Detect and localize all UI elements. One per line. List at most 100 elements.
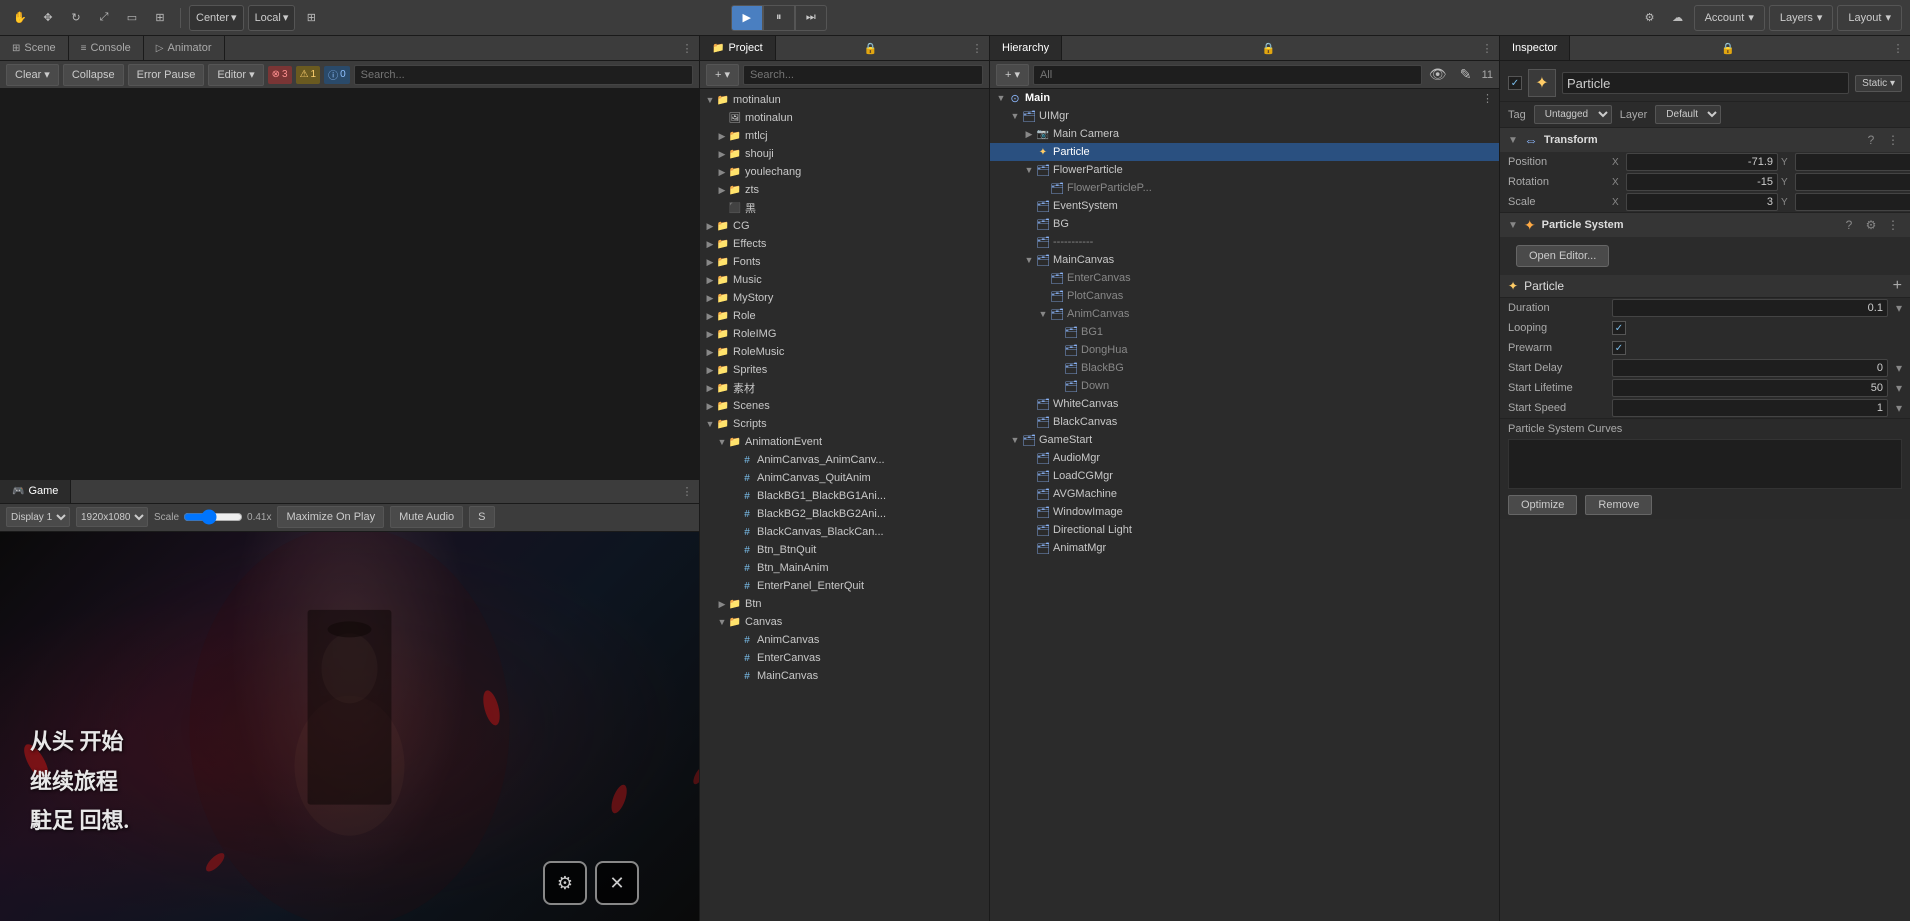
static-button[interactable]: Static ▾	[1855, 75, 1902, 92]
tag-select[interactable]: Untagged	[1534, 105, 1612, 124]
list-item[interactable]: ⬛ 黑	[700, 199, 989, 217]
list-item[interactable]: ▶ 📁 Music	[700, 271, 989, 289]
tab-console[interactable]: ≡ Console	[69, 36, 144, 60]
list-item[interactable]: ▶ 📁 mtlcj	[700, 127, 989, 145]
hierarchy-item-avgmachine[interactable]: 🗂 AVGMachine	[990, 485, 1499, 503]
transform-menu-icon[interactable]: ⋮	[1884, 131, 1902, 149]
hierarchy-more[interactable]: ⋮	[1475, 36, 1499, 60]
info-icon[interactable]: ?	[1840, 216, 1858, 234]
play-button[interactable]: ▶	[731, 5, 763, 31]
list-item[interactable]: ▶ 📁 Btn	[700, 595, 989, 613]
hierarchy-item-entercanvas[interactable]: 🗂 EnterCanvas	[990, 269, 1499, 287]
hierarchy-item-flowerparticlep[interactable]: 🗂 FlowerParticleP...	[990, 179, 1499, 197]
hierarchy-item-eventsystem[interactable]: 🗂 EventSystem	[990, 197, 1499, 215]
inspector-more[interactable]: ⋮	[1886, 36, 1910, 60]
transform-section-header[interactable]: ▼ ⇔ Transform ? ⋮	[1500, 128, 1910, 152]
hierarchy-search[interactable]	[1033, 65, 1422, 85]
hierarchy-item-bg1[interactable]: 🗂 BG1	[990, 323, 1499, 341]
rotation-x-input[interactable]	[1626, 173, 1778, 191]
list-item[interactable]: ▶ 📁 Role	[700, 307, 989, 325]
hierarchy-item-flowerparticle[interactable]: ▼ 🗂 FlowerParticle	[990, 161, 1499, 179]
list-item[interactable]: # EnterCanvas	[700, 649, 989, 667]
prewarm-checkbox[interactable]	[1612, 341, 1626, 355]
hierarchy-item-plotcanvas[interactable]: 🗂 PlotCanvas	[990, 287, 1499, 305]
list-item[interactable]: ▼ 📁 AnimationEvent	[700, 433, 989, 451]
local-btn[interactable]: Local ▾	[248, 5, 296, 31]
account-button[interactable]: Account ▾	[1694, 5, 1765, 31]
hierarchy-item-down[interactable]: 🗂 Down	[990, 377, 1499, 395]
hierarchy-item-blackbg[interactable]: 🗂 BlackBG	[990, 359, 1499, 377]
center-btn[interactable]: Center ▾	[189, 5, 244, 31]
project-tabs-lock[interactable]: 🔒	[858, 36, 882, 60]
start-delay-input[interactable]	[1612, 359, 1888, 377]
list-item[interactable]: ▶ 📁 Sprites	[700, 361, 989, 379]
ps-menu-icon[interactable]: ⋮	[1884, 216, 1902, 234]
layers-button[interactable]: Layers ▾	[1769, 5, 1834, 31]
list-item[interactable]: # MainCanvas	[700, 667, 989, 685]
inspector-lock[interactable]: 🔒	[1716, 36, 1740, 60]
list-item[interactable]: ▶ 📁 素材	[700, 379, 989, 397]
tab-inspector[interactable]: Inspector	[1500, 36, 1570, 60]
hierarchy-icon-1[interactable]: 👁	[1426, 63, 1450, 87]
object-active-checkbox[interactable]	[1508, 76, 1522, 90]
hierarchy-add-btn[interactable]: + ▾	[996, 64, 1029, 86]
scale-tool[interactable]: ⤢	[92, 6, 116, 30]
hierarchy-item-blackcanvas[interactable]: 🗂 BlackCanvas	[990, 413, 1499, 431]
mute-audio-btn[interactable]: Mute Audio	[390, 506, 463, 528]
layer-select[interactable]: Default	[1655, 105, 1721, 124]
hierarchy-item-directionallight[interactable]: 🗂 Directional Light	[990, 521, 1499, 539]
pause-button[interactable]: ⏸	[763, 5, 795, 31]
stats-btn[interactable]: S	[469, 506, 494, 528]
start-speed-dropdown[interactable]: ▾	[1896, 401, 1902, 415]
info-icon[interactable]: ?	[1862, 131, 1880, 149]
scale-x-input[interactable]	[1626, 193, 1778, 211]
hierarchy-item-main[interactable]: ▼ ⊙ Main ⋮	[990, 89, 1499, 107]
ps-add-icon[interactable]: +	[1893, 277, 1902, 295]
duration-dropdown[interactable]: ▾	[1896, 301, 1902, 315]
project-search[interactable]	[743, 65, 983, 85]
rect-tool[interactable]: ▭	[120, 6, 144, 30]
list-item[interactable]: ▼ 📁 motinalun	[700, 91, 989, 109]
console-search[interactable]	[354, 65, 693, 85]
list-item[interactable]: ▶ 📁 RoleMusic	[700, 343, 989, 361]
looping-checkbox[interactable]	[1612, 321, 1626, 335]
scale-y-input[interactable]	[1795, 193, 1910, 211]
list-item[interactable]: ▶ 📁 MyStory	[700, 289, 989, 307]
hierarchy-item-windowimage[interactable]: 🗂 WindowImage	[990, 503, 1499, 521]
start-speed-input[interactable]	[1612, 399, 1888, 417]
move-tool[interactable]: ✥	[36, 6, 60, 30]
list-item[interactable]: ▶ 📁 Scenes	[700, 397, 989, 415]
list-item[interactable]: ▶ 📁 zts	[700, 181, 989, 199]
grid-btn[interactable]: ⊞	[299, 6, 323, 30]
hierarchy-item-particle[interactable]: ✦ Particle	[990, 143, 1499, 161]
project-add-btn[interactable]: + ▾	[706, 64, 739, 86]
optimize-button[interactable]: Optimize	[1508, 495, 1577, 515]
position-y-input[interactable]	[1795, 153, 1910, 171]
hierarchy-item-maincanvas[interactable]: ▼ 🗂 MainCanvas	[990, 251, 1499, 269]
list-item[interactable]: ▶ 📁 Effects	[700, 235, 989, 253]
editor-button[interactable]: Editor ▾	[208, 64, 263, 86]
rotation-y-input[interactable]	[1795, 173, 1910, 191]
list-item[interactable]: # AnimCanvas	[700, 631, 989, 649]
particle-system-header[interactable]: ▼ ✦ Particle System ? ⚙ ⋮	[1500, 213, 1910, 237]
list-item[interactable]: # AnimCanvas_QuitAnim	[700, 469, 989, 487]
tab-animator[interactable]: ▷ Animator	[144, 36, 225, 60]
collapse-button[interactable]: Collapse	[63, 64, 124, 86]
list-item[interactable]: ▼ 📁 Canvas	[700, 613, 989, 631]
list-item[interactable]: ▶ 📁 shouji	[700, 145, 989, 163]
hierarchy-item-loadcgmgr[interactable]: 🗂 LoadCGMgr	[990, 467, 1499, 485]
list-item[interactable]: ▶ 📁 youlechang	[700, 163, 989, 181]
project-tabs-more[interactable]: ⋮	[965, 36, 989, 60]
hierarchy-item-bg[interactable]: 🗂 BG	[990, 215, 1499, 233]
start-lifetime-dropdown[interactable]: ▾	[1896, 381, 1902, 395]
remove-button[interactable]: Remove	[1585, 495, 1652, 515]
settings-overlay-btn[interactable]: ⚙	[543, 861, 587, 905]
start-delay-dropdown[interactable]: ▾	[1896, 361, 1902, 375]
position-x-input[interactable]	[1626, 153, 1778, 171]
resolution-select[interactable]: 1920x1080	[76, 507, 148, 527]
game-tabs-more[interactable]: ⋮	[675, 480, 699, 503]
tab-hierarchy[interactable]: Hierarchy	[990, 36, 1062, 60]
hierarchy-item-whitecanvas[interactable]: 🗂 WhiteCanvas	[990, 395, 1499, 413]
hand-tool[interactable]: ✋	[8, 6, 32, 30]
scene-tabs-more[interactable]: ⋮	[675, 36, 699, 60]
